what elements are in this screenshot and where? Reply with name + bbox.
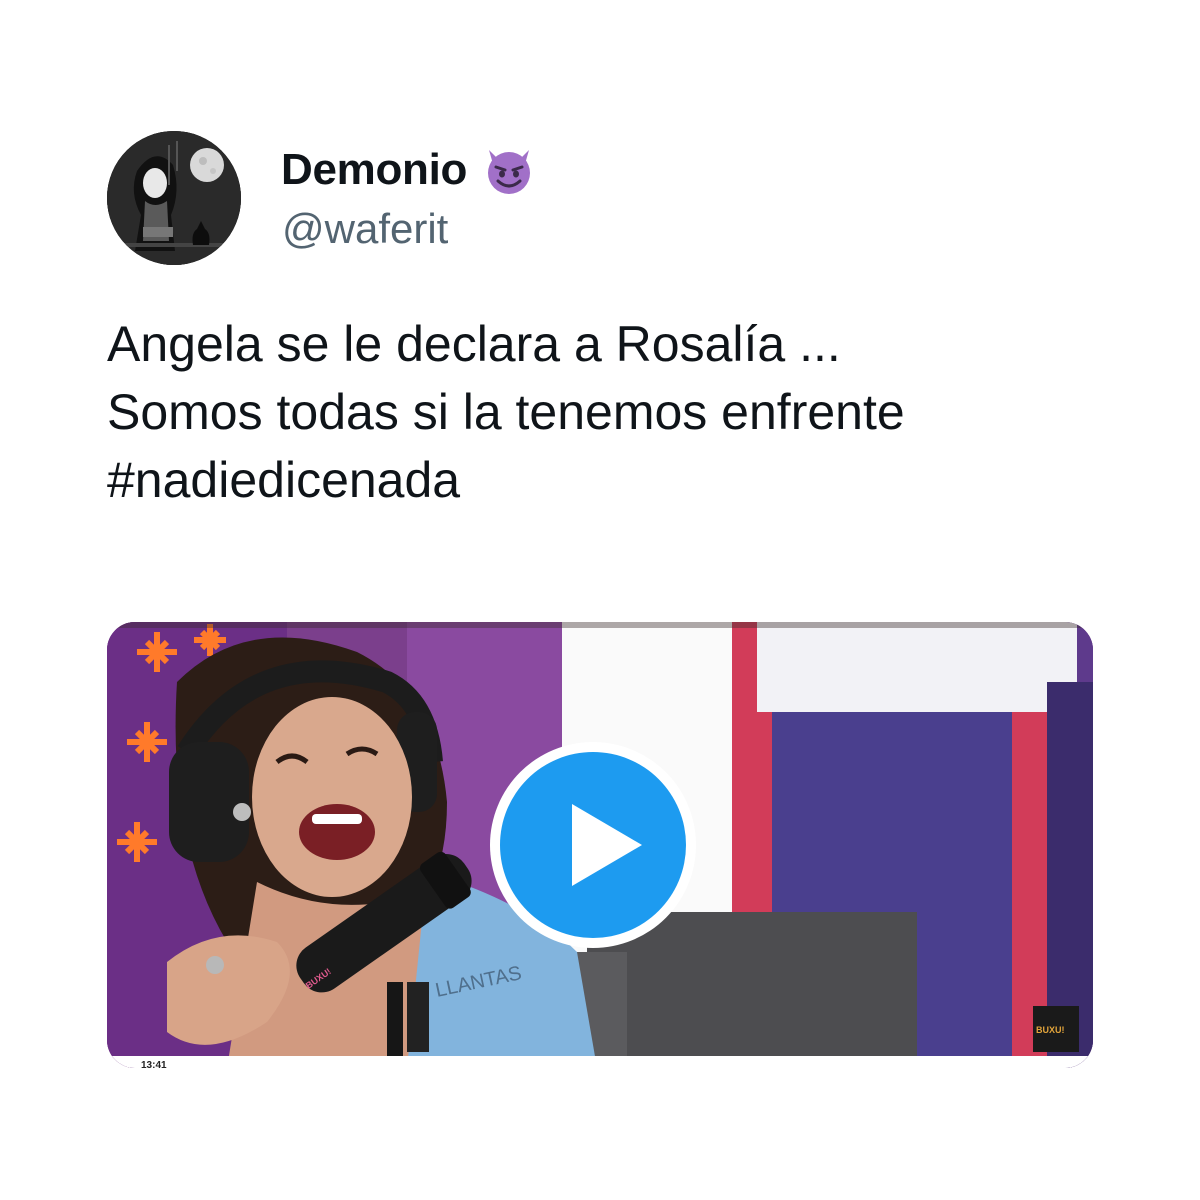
play-icon: [572, 804, 642, 886]
tweet-text: Angela se le declara a Rosalía ... Somos…: [107, 310, 1107, 514]
tweet-card: Demonio @waferit Angela se le declara a …: [0, 0, 1200, 1200]
author-display-name[interactable]: Demonio: [281, 145, 467, 195]
avatar-illustration: [107, 131, 241, 265]
avatar[interactable]: [107, 131, 241, 265]
video-timestamp: 13:41: [141, 1060, 167, 1068]
author-name-row: Demonio: [281, 140, 535, 200]
tweet-text-line: Somos todas si la tenemos enfrente: [107, 384, 905, 440]
author-handle[interactable]: @waferit: [282, 205, 448, 253]
corner-logo-text: BUXU!: [1036, 1025, 1065, 1035]
hashtag-link[interactable]: #nadiedicenada: [107, 446, 1107, 514]
play-button[interactable]: [490, 742, 696, 948]
tweet-text-line: Angela se le declara a Rosalía ...: [107, 316, 841, 372]
smiling-imp-emoji-icon: [483, 144, 535, 196]
play-button-circle: [500, 752, 686, 938]
